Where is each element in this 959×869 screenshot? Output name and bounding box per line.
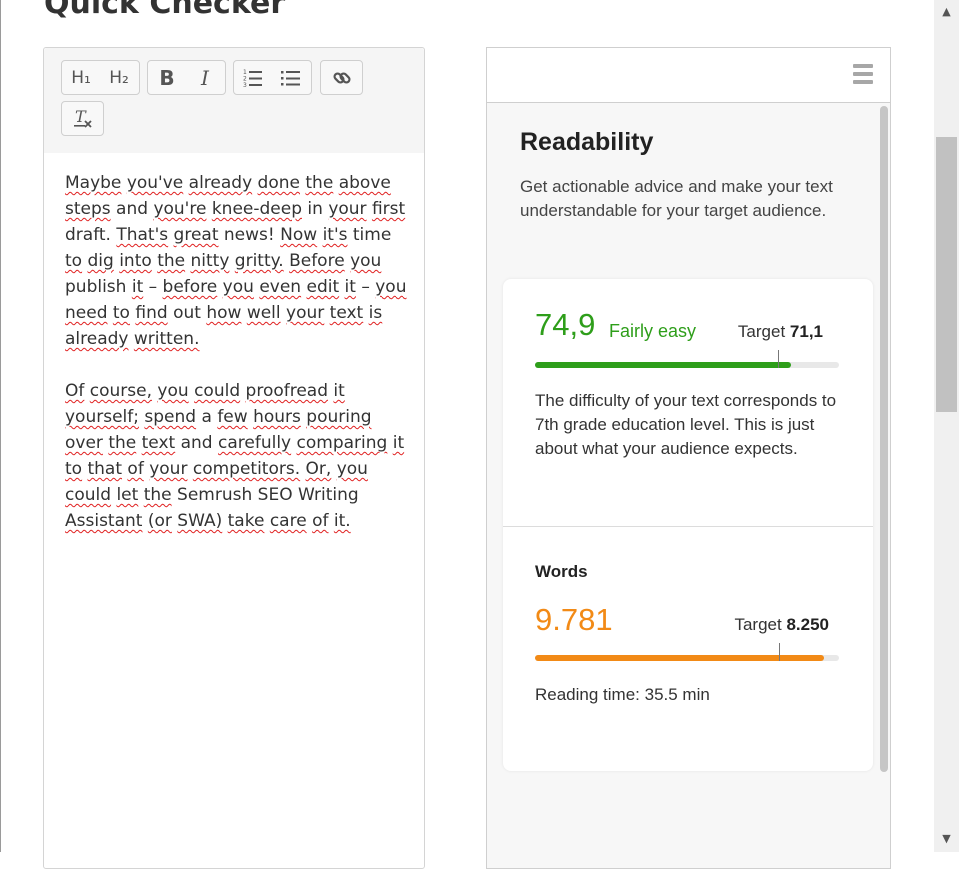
panel-title: Readability	[520, 128, 654, 156]
words-target-value: 8.250	[786, 615, 829, 634]
heading-2-button[interactable]: H₂	[100, 61, 138, 94]
bullet-list-button[interactable]	[272, 61, 310, 94]
italic-button[interactable]: I	[186, 61, 224, 94]
readability-score: 74,9	[535, 307, 596, 342]
words-target-marker	[779, 643, 781, 661]
score-card: 74,9 Fairly easy Target 71,1 The difficu…	[503, 279, 873, 771]
list-group: 1 2 3	[233, 60, 312, 95]
page-title: Quick Checker	[44, 0, 286, 21]
menu-icon[interactable]	[853, 64, 873, 86]
clear-format-button[interactable]: T	[62, 102, 103, 135]
editor-paragraph: Maybe you've already done the above step…	[65, 173, 407, 349]
editor-content[interactable]: Maybe you've already done the above step…	[65, 170, 410, 560]
ordered-list-icon: 1 2 3	[243, 69, 262, 88]
words-title: Words	[535, 562, 588, 581]
bullet-list-icon	[281, 70, 300, 85]
svg-text:3: 3	[243, 82, 247, 88]
scroll-down-arrow-icon[interactable]: ▼	[934, 829, 959, 849]
words-target-label: Target	[734, 615, 782, 634]
words-progress-bar	[535, 643, 839, 661]
heading-2-icon: H₂	[109, 68, 129, 88]
bold-button[interactable]: B	[148, 61, 186, 94]
readability-note: The difficulty of your text corresponds …	[535, 391, 837, 458]
readability-progress-fill	[535, 362, 792, 368]
panel-header	[487, 48, 890, 103]
text-editor[interactable]: H₁ H₂ B I 1 2 3 T Maybe you've already d…	[43, 47, 425, 869]
scrollbar-thumb[interactable]	[936, 137, 957, 412]
readability-panel: Readability Get actionable advice and ma…	[486, 47, 891, 869]
heading-1-button[interactable]: H₁	[62, 61, 100, 94]
heading-group: H₁ H₂	[61, 60, 140, 95]
svg-text:T: T	[75, 108, 87, 126]
words-progress-fill	[535, 655, 824, 661]
editor-toolbar: H₁ H₂ B I 1 2 3 T	[44, 48, 424, 153]
reading-time: Reading time: 35.5 min	[535, 685, 710, 704]
readability-progress-bar	[535, 350, 839, 368]
readability-target-label: Target	[737, 322, 786, 341]
readability-target: Target 71,1	[738, 322, 823, 342]
heading-2-label: H₂	[109, 67, 129, 88]
editor-paragraph: Of course, you could proofread it yourse…	[65, 381, 405, 531]
link-icon	[332, 71, 351, 84]
readability-target-marker	[778, 350, 780, 368]
words-target: Target 8.250	[734, 615, 829, 635]
panel-scrollbar[interactable]	[880, 106, 888, 772]
window-left-border	[0, 0, 1, 852]
clear-format-icon: T	[73, 108, 92, 128]
heading-1-icon: H₁	[71, 68, 91, 88]
panel-description: Get actionable advice and make your text…	[520, 177, 833, 220]
ordered-list-button[interactable]: 1 2 3	[234, 61, 272, 94]
card-divider	[503, 526, 873, 527]
scroll-up-arrow-icon[interactable]: ▲	[934, 2, 959, 22]
readability-label: Fairly easy	[609, 321, 697, 341]
heading-1-label: H₁	[71, 67, 91, 88]
format-group: B I	[147, 60, 226, 95]
clear-format-group: T	[61, 101, 104, 136]
words-count: 9.781	[535, 602, 613, 637]
link-group	[320, 60, 363, 95]
italic-icon: I	[201, 65, 209, 90]
readability-target-value: 71,1	[789, 322, 823, 341]
window-scrollbar[interactable]: ▲ ▼	[934, 0, 959, 852]
bold-icon: B	[159, 65, 175, 90]
link-button[interactable]	[321, 61, 362, 94]
